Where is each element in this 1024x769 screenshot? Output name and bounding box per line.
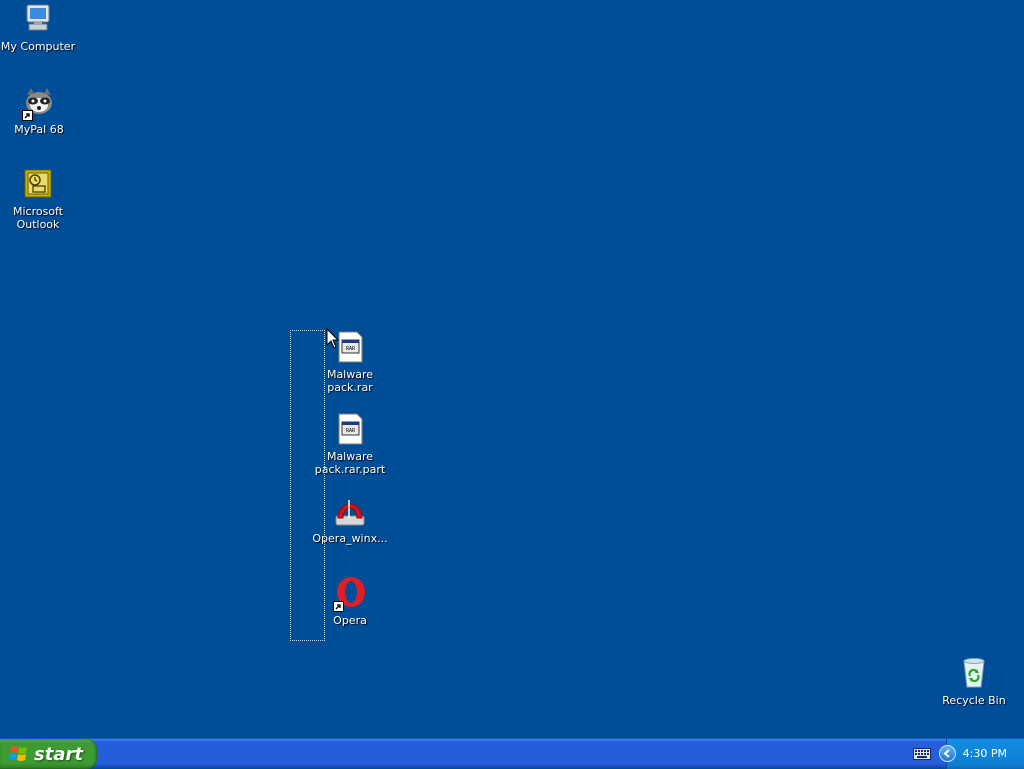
desktop-icon-mypal[interactable]: MyPal 68 (1, 85, 77, 136)
desktop[interactable]: My Computer MyPal 68 Microsoft Outlook R… (0, 0, 1024, 738)
recycle-bin-icon (957, 656, 991, 690)
shortcut-arrow-icon (22, 110, 33, 121)
clock[interactable]: 4:30 PM (963, 747, 1007, 760)
my-computer-icon (21, 2, 55, 36)
desktop-icon-recycle-bin[interactable]: Recycle Bin (936, 656, 1012, 707)
mypal-icon (22, 85, 56, 121)
desktop-icon-my-computer[interactable]: My Computer (0, 2, 76, 53)
system-tray: 4:30 PM (939, 739, 1024, 769)
desktop-icon-label: MyPal 68 (14, 123, 64, 136)
rar-part-file-icon: RAR (333, 412, 367, 446)
start-label: start (34, 743, 83, 765)
svg-text:RAR: RAR (346, 346, 356, 352)
mouse-cursor-icon (326, 328, 340, 349)
opera-icon (333, 576, 367, 612)
selection-rectangle (290, 330, 325, 641)
svg-text:RAR: RAR (346, 428, 356, 434)
keyboard-icon[interactable] (913, 748, 931, 760)
desktop-icon-label: Microsoft Outlook (12, 205, 64, 231)
windows-logo-icon (9, 746, 27, 761)
outlook-icon (21, 167, 55, 201)
taskbar: start 4:30 PM (0, 738, 1024, 769)
chevron-left-icon (943, 749, 950, 758)
desktop-icon-label: Recycle Bin (942, 694, 1006, 707)
desktop-icon-label: My Computer (0, 40, 76, 53)
opera-installer-icon (333, 494, 367, 528)
start-button[interactable]: start (0, 739, 97, 769)
show-hidden-icons-button[interactable] (939, 745, 956, 762)
desktop-icon-outlook[interactable]: Microsoft Outlook (0, 167, 76, 231)
shortcut-arrow-icon (333, 601, 344, 612)
